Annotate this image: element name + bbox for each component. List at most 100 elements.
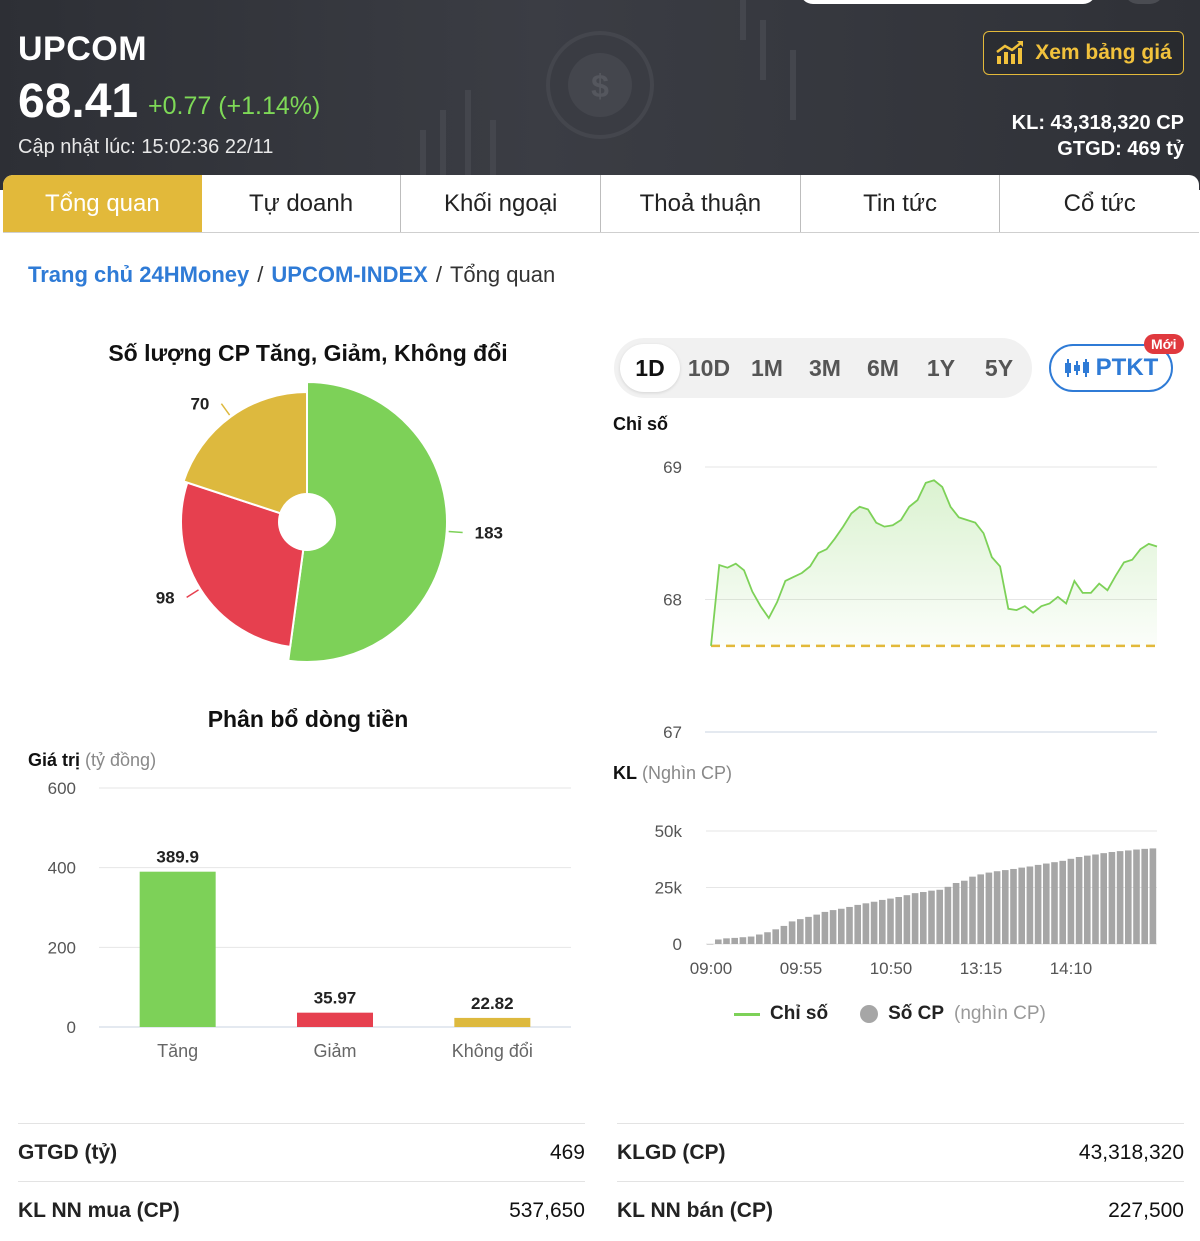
stats-right: KLGD (CP) 43,318,320 KL NN bán (CP) 227,… (617, 1123, 1184, 1239)
volume-x-tick: 09:55 (780, 959, 823, 978)
volume-bar (920, 892, 927, 944)
volume-bar (788, 921, 796, 944)
bar-y-tick: 200 (48, 938, 76, 957)
bar-axis-label: Giá trị (28, 750, 81, 770)
range-10d[interactable]: 10D (680, 344, 738, 392)
pie-label-leader (448, 530, 463, 534)
tab-proprietary[interactable]: Tự doanh (202, 175, 402, 232)
volume-bar (903, 895, 911, 944)
volume-bar (944, 886, 952, 944)
volume-bar (821, 911, 829, 944)
range-3m[interactable]: 3M (796, 344, 854, 392)
volume-bar (1059, 860, 1066, 944)
legend-volume-swatch (860, 1005, 879, 1023)
tab-foreign[interactable]: Khối ngoại (401, 175, 602, 232)
legend-volume-unit: (nghìn CP) (954, 1003, 1046, 1024)
volume-bar (1133, 849, 1140, 944)
volume-bar (1034, 864, 1042, 944)
line-y-tick: 67 (663, 723, 682, 742)
price-board-button[interactable]: Xem bảng giá (983, 31, 1184, 75)
tab-news[interactable]: Tin tức (801, 175, 1001, 232)
volume-bar-chart: 0 25k 50k 09:00 09:55 10:50 13:15 14:10 (655, 822, 1157, 978)
volume-bar (993, 871, 1001, 944)
volume-bar (706, 944, 714, 945)
volume-bar (1026, 866, 1034, 944)
volume-bar (747, 936, 755, 944)
bar-category-label: Không đổi (452, 1041, 533, 1061)
volume-bar (715, 939, 722, 944)
volume-bar (772, 929, 779, 944)
tab-overview[interactable]: Tổng quan (3, 175, 202, 232)
volume-bar (862, 903, 870, 944)
volume-bar (780, 925, 788, 944)
range-1d[interactable]: 1D (620, 344, 680, 392)
volume-bar (952, 882, 960, 944)
volume-bar (1018, 867, 1025, 944)
volume-bar (879, 899, 886, 944)
volume-bar (1116, 851, 1124, 944)
index-line-chart: 67 68 69 (663, 458, 1158, 742)
volume-bar (764, 932, 771, 944)
volume-bar (887, 898, 894, 944)
legend-volume[interactable]: Số CP (888, 1003, 944, 1025)
volume-bar (829, 910, 837, 944)
tab-block-deals[interactable]: Thoả thuận (601, 175, 801, 232)
range-selector: 1D 10D 1M 3M 6M 1Y 5Y (614, 338, 1032, 398)
price-board-label: Xem bảng giá (1035, 41, 1172, 64)
volume-bar (928, 890, 935, 944)
stat-value: 537,650 (509, 1198, 585, 1222)
volume-y-tick: 50k (655, 822, 683, 841)
volume-bar (1108, 852, 1116, 944)
volume-x-tick: 13:15 (960, 959, 1003, 978)
volume-axis-unit: (Nghìn CP) (642, 763, 733, 783)
legend-index[interactable]: Chỉ số (770, 1003, 828, 1025)
ptkt-label: PTKT (1095, 354, 1159, 381)
range-6m[interactable]: 6M (854, 344, 912, 392)
index-change: +0.77 (+1.14%) (148, 92, 321, 120)
breadcrumb: Trang chủ 24HMoney / UPCOM-INDEX / Tổng quan (28, 262, 556, 287)
volume-axis-title: KL (Nghìn CP) (613, 763, 732, 784)
bar-value-label: 35.97 (314, 989, 357, 1008)
tab-dividends[interactable]: Cổ tức (1000, 175, 1199, 232)
volume-bar (1002, 870, 1009, 944)
stat-value: 469 (549, 1140, 585, 1164)
quote-header: $ UPCOM 68.41 +0.77 (+1.14%) Cập nhật lú… (0, 0, 1200, 190)
search-bar[interactable] (800, 0, 1096, 4)
bar-Giảm (297, 1012, 373, 1027)
pie-slice-label: 98 (156, 588, 175, 607)
tab-bar: Tổng quan Tự doanh Khối ngoại Thoả thuận… (3, 175, 1199, 233)
bar-Tăng (139, 871, 216, 1027)
volume-bar (1084, 855, 1091, 944)
bar-value-label: 389.9 (156, 848, 199, 867)
volume-bar (797, 919, 804, 944)
range-1y[interactable]: 1Y (912, 344, 970, 392)
breadcrumb-home[interactable]: Trang chủ 24HMoney (28, 262, 249, 287)
stat-label: KLGD (CP) (617, 1140, 726, 1164)
stat-row: KLGD (CP) 43,318,320 (617, 1123, 1184, 1181)
volume-bar (895, 896, 902, 944)
pie-hole (278, 493, 336, 551)
volume-x-tick: 14:10 (1050, 959, 1093, 978)
update-time: Cập nhật lúc: 15:02:36 22/11 (18, 136, 274, 158)
line-area-fill (711, 480, 1157, 646)
range-1m[interactable]: 1M (738, 344, 796, 392)
money-flow-bar-chart: 0 200 400 600 389.9 Tăng 35.97 Giảm 22.82 Không đ… (48, 779, 571, 1061)
volume-bar (1141, 848, 1148, 944)
candlestick-icon (1064, 359, 1089, 377)
chart-up-icon (996, 41, 1024, 64)
bar-Không đổi (454, 1017, 531, 1027)
volume-bar (911, 893, 919, 944)
range-5y[interactable]: 5Y (970, 344, 1028, 392)
bar-value-label: 22.82 (471, 994, 514, 1013)
stat-label: KL NN mua (CP) (18, 1198, 180, 1222)
volume-bar (1100, 853, 1107, 944)
volume-bar (985, 872, 993, 944)
line-axis-title: Chỉ số (613, 414, 669, 434)
breadcrumb-index[interactable]: UPCOM-INDEX (271, 262, 427, 287)
volume-x-tick: 09:00 (690, 959, 733, 978)
svg-text:$: $ (591, 68, 609, 104)
stat-row: KL NN mua (CP) 537,650 (18, 1181, 585, 1239)
volume-bar (1075, 856, 1083, 944)
bar-axis-unit: (tỷ đồng) (85, 750, 157, 770)
index-price: 68.41 (18, 75, 139, 128)
